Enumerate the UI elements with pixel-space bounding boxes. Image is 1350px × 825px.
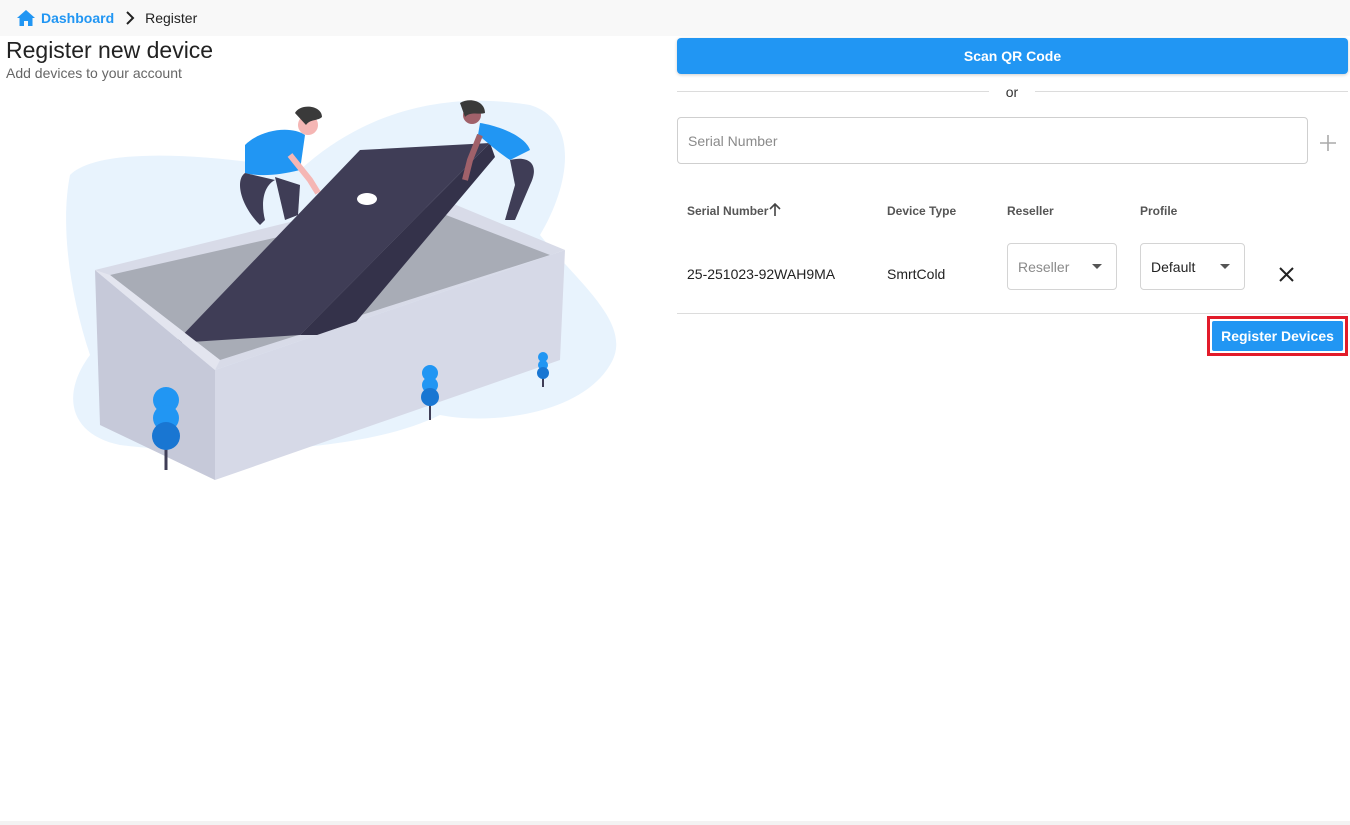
profile-select-value: Default [1151, 258, 1196, 275]
reseller-select[interactable]: Reseller [1007, 243, 1117, 290]
close-icon[interactable] [1278, 266, 1295, 283]
register-devices-button[interactable]: Register Devices [1212, 321, 1343, 351]
breadcrumb: Dashboard Register [16, 9, 197, 27]
caret-down-icon [1220, 264, 1230, 269]
caret-down-icon [1092, 264, 1102, 269]
bottom-edge [0, 821, 1350, 825]
divider-left [677, 91, 989, 92]
column-header-reseller: Reseller [1007, 204, 1054, 218]
column-header-device-type: Device Type [887, 204, 957, 218]
profile-select[interactable]: Default [1140, 243, 1245, 290]
chevron-right-icon [126, 11, 135, 25]
column-header-profile: Profile [1140, 204, 1178, 218]
cell-serial-number: 25-251023-92WAH9MA [687, 266, 836, 282]
breadcrumb-current: Register [145, 10, 198, 26]
home-icon[interactable] [16, 9, 36, 27]
reseller-select-value: Reseller [1018, 258, 1070, 275]
page-subtitle: Add devices to your account [6, 65, 182, 81]
arrow-up-icon[interactable] [768, 202, 782, 218]
scan-qr-code-button[interactable]: Scan QR Code [677, 38, 1348, 74]
table-row-divider [677, 313, 1348, 314]
serial-number-input[interactable] [677, 117, 1308, 164]
top-bar: Dashboard Register [0, 0, 1350, 36]
or-label: or [1005, 84, 1019, 100]
column-header-serial-number[interactable]: Serial Number [687, 204, 768, 218]
page-title: Register new device [6, 37, 214, 63]
register-device-illustration [66, 100, 617, 480]
breadcrumb-dashboard-link[interactable]: Dashboard [41, 10, 114, 26]
cell-device-type: SmrtCold [887, 266, 946, 282]
divider-right [1035, 91, 1348, 92]
plus-icon[interactable] [1318, 133, 1338, 153]
